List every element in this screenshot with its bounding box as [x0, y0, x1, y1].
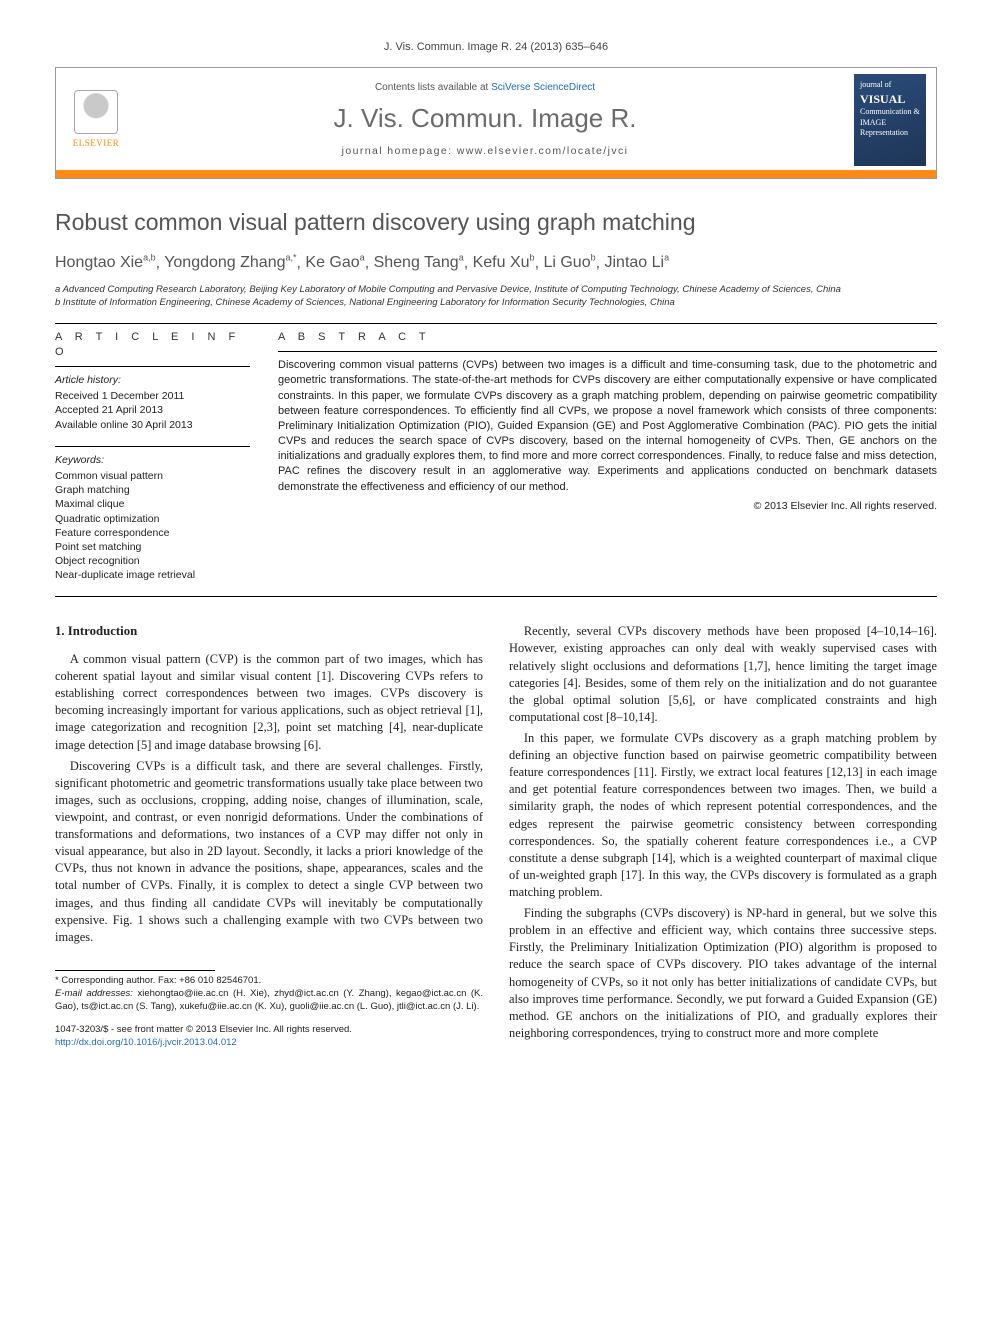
- issn-copyright-line: 1047-3203/$ - see front matter © 2013 El…: [55, 1023, 483, 1036]
- journal-homepage: journal homepage: www.elsevier.com/locat…: [126, 144, 844, 158]
- doi-link[interactable]: http://dx.doi.org/10.1016/j.jvcir.2013.0…: [55, 1037, 237, 1048]
- rule-abs: [278, 351, 937, 352]
- contents-list-line: Contents lists available at SciVerse Sci…: [126, 81, 844, 95]
- keyword-7: Near-duplicate image retrieval: [55, 568, 250, 582]
- keywords-heading: Keywords:: [55, 453, 250, 467]
- article-info-heading: A R T I C L E I N F O: [55, 330, 250, 360]
- history-item-1: Accepted 21 April 2013: [55, 403, 250, 417]
- footnote-separator: [55, 970, 215, 971]
- keyword-4: Feature correspondence: [55, 526, 250, 540]
- rule-top: [55, 323, 937, 324]
- author-0: Hongtao Xiea,b: [55, 254, 156, 271]
- publisher-name: ELSEVIER: [73, 137, 120, 149]
- author-6: Jintao Lia: [605, 254, 670, 271]
- rule-info-2: [55, 446, 250, 447]
- journal-cover-thumb: journal of VISUAL Communication & IMAGE …: [854, 74, 926, 166]
- cover-line-2: Communication & IMAGE: [860, 107, 920, 129]
- cover-line-1: VISUAL: [860, 91, 920, 107]
- history-item-0: Received 1 December 2011: [55, 389, 250, 403]
- abstract-column: A B S T R A C T Discovering common visua…: [278, 330, 937, 582]
- front-matter-copyright: 1047-3203/$ - see front matter © 2013 El…: [55, 1023, 483, 1049]
- author-2: Ke Gaoa: [305, 254, 364, 271]
- keyword-6: Object recognition: [55, 554, 250, 568]
- running-head: J. Vis. Commun. Image R. 24 (2013) 635–6…: [55, 40, 937, 55]
- abstract-copyright: © 2013 Elsevier Inc. All rights reserved…: [278, 499, 937, 513]
- author-1: Yongdong Zhanga,*: [164, 254, 296, 271]
- orange-divider: [56, 170, 936, 178]
- keyword-2: Maximal clique: [55, 497, 250, 511]
- affiliation-a: a Advanced Computing Research Laboratory…: [55, 284, 937, 297]
- keyword-5: Point set matching: [55, 540, 250, 554]
- sciencedirect-link[interactable]: SciVerse ScienceDirect: [491, 82, 595, 93]
- elsevier-tree-icon: [74, 90, 118, 134]
- keyword-1: Graph matching: [55, 483, 250, 497]
- article-info-column: A R T I C L E I N F O Article history: R…: [55, 330, 250, 582]
- authors-line: Hongtao Xiea,b, Yongdong Zhanga,*, Ke Ga…: [55, 252, 937, 274]
- abstract-body: Discovering common visual patterns (CVPs…: [278, 358, 937, 495]
- section-1-heading: 1. Introduction: [55, 623, 483, 641]
- para-1: A common visual pattern (CVP) is the com…: [55, 651, 483, 754]
- contents-prefix: Contents lists available at: [375, 82, 491, 93]
- abstract-heading: A B S T R A C T: [278, 330, 937, 345]
- rule-info-1: [55, 366, 250, 367]
- keyword-0: Common visual pattern: [55, 469, 250, 483]
- elsevier-logo: ELSEVIER: [66, 85, 126, 155]
- keyword-3: Quadratic optimization: [55, 512, 250, 526]
- journal-title: J. Vis. Commun. Image R.: [126, 101, 844, 136]
- emails-label: E-mail addresses:: [55, 988, 133, 999]
- author-5: Li Guob: [543, 254, 595, 271]
- author-4: Kefu Xub: [473, 254, 535, 271]
- footnotes-block: * Corresponding author. Fax: +86 010 825…: [55, 975, 483, 1013]
- history-heading: Article history:: [55, 373, 250, 387]
- para-5: Finding the subgraphs (CVPs discovery) i…: [509, 905, 937, 1042]
- article-title: Robust common visual pattern discovery u…: [55, 207, 937, 238]
- corresponding-author-note: * Corresponding author. Fax: +86 010 825…: [55, 975, 483, 988]
- para-4: In this paper, we formulate CVPs discove…: [509, 730, 937, 901]
- journal-header-box: ELSEVIER Contents lists available at Sci…: [55, 67, 937, 179]
- cover-line-0: journal of: [860, 80, 920, 91]
- para-3: Recently, several CVPs discovery methods…: [509, 623, 937, 726]
- para-2: Discovering CVPs is a difficult task, an…: [55, 758, 483, 946]
- author-3: Sheng Tanga: [374, 254, 464, 271]
- history-item-2: Available online 30 April 2013: [55, 418, 250, 432]
- body-two-column: 1. Introduction A common visual pattern …: [55, 623, 937, 1049]
- rule-bottom: [55, 596, 937, 597]
- affiliation-b: b Institute of Information Engineering, …: [55, 297, 937, 310]
- cover-line-3: Representation: [860, 128, 920, 139]
